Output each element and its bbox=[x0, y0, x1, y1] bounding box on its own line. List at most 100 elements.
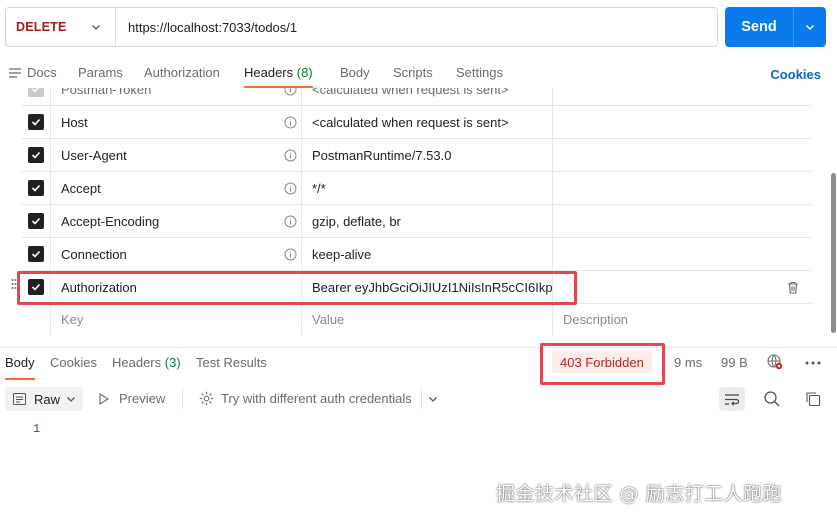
status-badge[interactable]: 403 Forbidden bbox=[552, 351, 652, 373]
response-size[interactable]: 99 B bbox=[721, 355, 748, 370]
tab-params[interactable]: Params bbox=[78, 58, 123, 88]
tab-label: Docs bbox=[27, 65, 57, 80]
tab-label: Test Results bbox=[196, 355, 267, 370]
format-label: Raw bbox=[34, 391, 61, 407]
tab-label: Scripts bbox=[393, 65, 433, 80]
table-row: Connection keep-alive bbox=[22, 237, 813, 270]
wrap-lines-button[interactable] bbox=[719, 387, 745, 411]
try-auth-label: Try with different auth credentials bbox=[221, 391, 412, 406]
tab-label: Params bbox=[78, 65, 123, 80]
more-options-icon[interactable] bbox=[805, 361, 821, 365]
response-time[interactable]: 9 ms bbox=[674, 355, 702, 370]
url-bar: DELETE bbox=[5, 7, 718, 47]
tab-label: Cookies bbox=[50, 355, 97, 370]
header-key[interactable]: Host bbox=[61, 115, 88, 130]
url-input[interactable] bbox=[116, 8, 717, 46]
response-tab-test-results[interactable]: Test Results bbox=[196, 355, 267, 370]
key-placeholder[interactable]: Key bbox=[61, 312, 83, 327]
info-icon bbox=[284, 182, 297, 194]
header-value[interactable]: keep-alive bbox=[312, 247, 371, 262]
value-placeholder[interactable]: Value bbox=[312, 312, 344, 327]
tab-label: Headers bbox=[244, 65, 294, 80]
header-key[interactable]: Accept bbox=[61, 181, 101, 196]
description-placeholder[interactable]: Description bbox=[563, 312, 628, 327]
header-value[interactable]: <calculated when request is sent> bbox=[312, 88, 509, 97]
tab-headers[interactable]: Headers (8) bbox=[244, 58, 313, 88]
send-button[interactable]: Send bbox=[725, 7, 826, 47]
copy-icon[interactable] bbox=[805, 391, 821, 407]
line-number: 1 bbox=[33, 422, 41, 436]
method-label: DELETE bbox=[16, 20, 67, 34]
header-key[interactable]: User-Agent bbox=[61, 148, 127, 163]
tab-label: Body bbox=[5, 355, 35, 370]
info-icon bbox=[284, 116, 297, 128]
tab-settings[interactable]: Settings bbox=[456, 58, 503, 88]
globe-icon[interactable] bbox=[767, 354, 783, 370]
table-row: Authorization Bearer eyJhbGciOiJIUzI1NiI… bbox=[22, 270, 813, 303]
header-key[interactable]: Postman-Token bbox=[61, 88, 151, 97]
response-tab-body[interactable]: Body bbox=[5, 355, 35, 380]
try-auth-button[interactable]: Try with different auth credentials bbox=[199, 391, 412, 406]
tab-authorization[interactable]: Authorization bbox=[144, 58, 220, 88]
toolbar-separator bbox=[421, 389, 422, 409]
new-header-row: Key Value Description bbox=[22, 303, 813, 335]
chevron-down-icon bbox=[806, 25, 814, 30]
header-value[interactable]: PostmanRuntime/7.53.0 bbox=[312, 148, 451, 163]
tab-scripts[interactable]: Scripts bbox=[393, 58, 433, 88]
tab-body[interactable]: Body bbox=[340, 58, 370, 88]
send-label: Send bbox=[741, 19, 777, 35]
scrollbar[interactable] bbox=[831, 173, 836, 333]
header-value[interactable]: Bearer eyJhbGciOiJIUzI1NiIsInR5cCI6Ikp..… bbox=[312, 280, 552, 295]
row-checkbox[interactable] bbox=[28, 246, 44, 262]
response-tab-headers[interactable]: Headers (3) bbox=[112, 355, 181, 370]
chevron-down-icon bbox=[92, 25, 100, 30]
header-key[interactable]: Authorization bbox=[61, 280, 137, 295]
docs-icon bbox=[9, 68, 21, 78]
response-tab-cookies[interactable]: Cookies bbox=[50, 355, 97, 370]
tab-label: Headers bbox=[112, 355, 162, 370]
info-icon bbox=[284, 149, 297, 161]
row-checkbox[interactable] bbox=[28, 114, 44, 130]
send-options-button[interactable] bbox=[793, 7, 826, 47]
response-tabs: Body Cookies Headers (3) Test Results bbox=[0, 348, 837, 380]
cookies-link[interactable]: Cookies bbox=[770, 67, 821, 82]
table-row: Postman-Token <calculated when request i… bbox=[22, 88, 813, 105]
preview-button[interactable]: Preview bbox=[99, 391, 165, 406]
header-value[interactable]: <calculated when request is sent> bbox=[312, 115, 509, 130]
preview-label: Preview bbox=[119, 391, 166, 406]
header-key[interactable]: Accept-Encoding bbox=[61, 214, 159, 229]
tab-count: (8) bbox=[296, 65, 313, 80]
row-checkbox[interactable] bbox=[28, 213, 44, 229]
request-tabs: Docs Params Authorization Headers (8) Bo… bbox=[0, 58, 837, 88]
header-value[interactable]: */* bbox=[312, 181, 326, 196]
row-checkbox[interactable] bbox=[28, 88, 44, 97]
tab-count: (3) bbox=[164, 355, 181, 370]
header-value[interactable]: gzip, deflate, br bbox=[312, 214, 401, 229]
info-icon bbox=[284, 248, 297, 260]
table-row: Host <calculated when request is sent> bbox=[22, 105, 813, 138]
document-icon bbox=[13, 393, 26, 405]
tab-docs[interactable]: Docs bbox=[9, 58, 57, 88]
toolbar-separator bbox=[182, 389, 183, 409]
gear-icon bbox=[199, 391, 214, 406]
tab-label: Settings bbox=[456, 65, 503, 80]
row-checkbox[interactable] bbox=[28, 180, 44, 196]
wrap-lines-icon bbox=[725, 393, 740, 406]
format-selector[interactable]: Raw bbox=[5, 387, 83, 411]
trash-icon[interactable] bbox=[787, 281, 799, 294]
play-icon bbox=[99, 392, 109, 405]
row-checkbox[interactable] bbox=[28, 279, 44, 295]
method-selector[interactable]: DELETE bbox=[6, 8, 116, 46]
info-icon bbox=[284, 88, 297, 95]
search-icon[interactable] bbox=[763, 390, 781, 408]
header-key[interactable]: Connection bbox=[61, 247, 127, 262]
info-icon bbox=[284, 215, 297, 227]
table-row: Accept-Encoding gzip, deflate, br bbox=[22, 204, 813, 237]
drag-handle-icon[interactable] bbox=[11, 278, 17, 290]
chevron-down-icon[interactable] bbox=[428, 394, 438, 404]
table-row: User-Agent PostmanRuntime/7.53.0 bbox=[22, 138, 813, 171]
chevron-down-icon bbox=[67, 397, 75, 402]
headers-table: Postman-Token <calculated when request i… bbox=[0, 88, 837, 335]
row-checkbox[interactable] bbox=[28, 147, 44, 163]
table-row: Accept */* bbox=[22, 171, 813, 204]
